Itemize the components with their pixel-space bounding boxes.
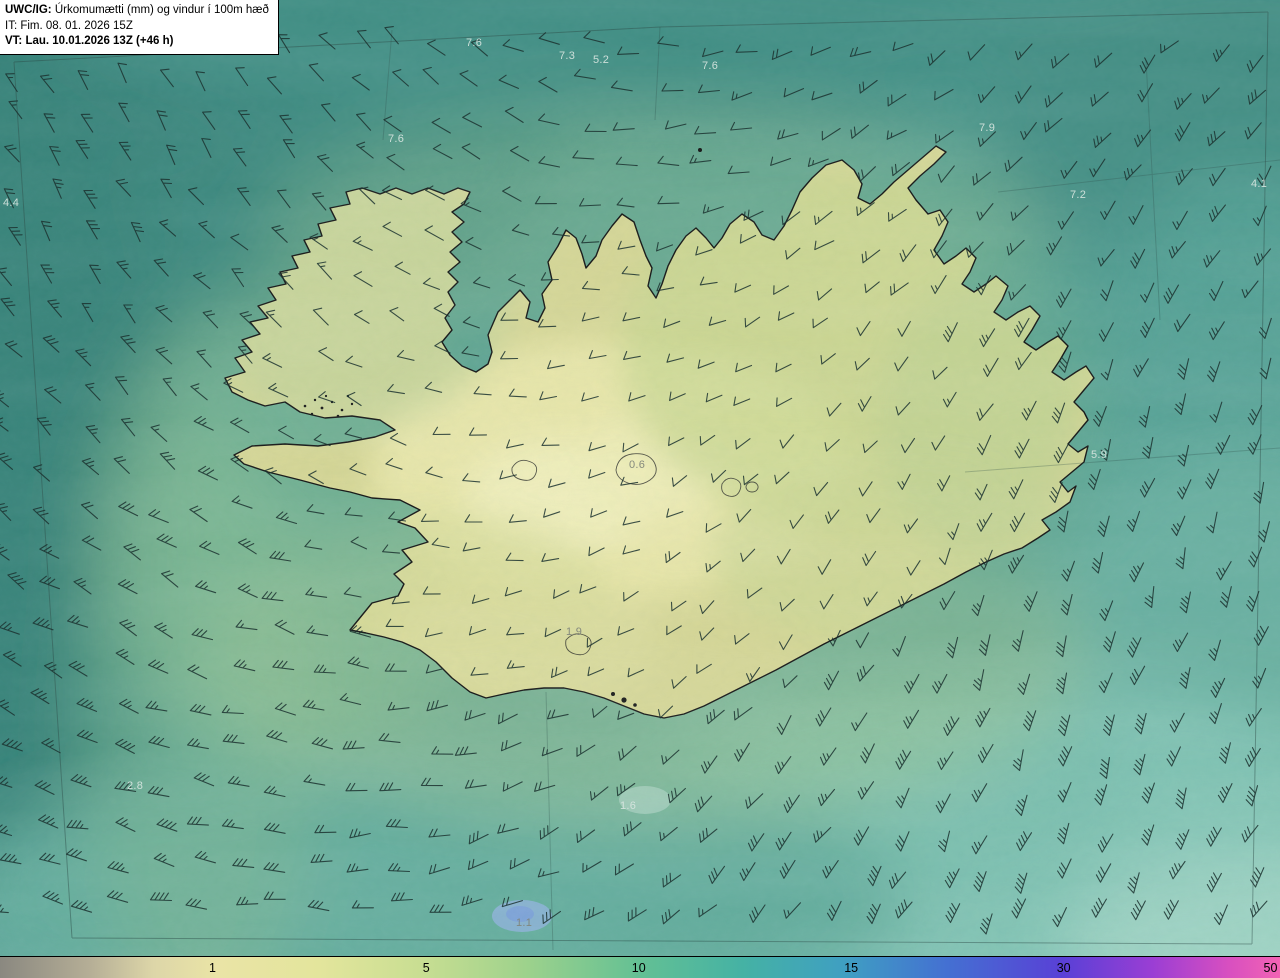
colorbar-tick: 10: [631, 960, 646, 975]
weather-map-page: 7.6 7.6 7.3 5.2 7.6 7.9 7.2 4.1 4.4 5.9 …: [0, 0, 1280, 978]
colorbar-tick: 30: [1056, 960, 1071, 975]
title-box: UWC/IG: Úrkomumætti (mm) og vindur í 100…: [0, 0, 279, 55]
valid-time: VT: Lau. 10.01.2026 13Z (+46 h): [5, 35, 174, 48]
colorbar: 1 5 10 15 30 50: [0, 956, 1280, 978]
weather-map: [0, 0, 1280, 978]
field-texture: [0, 0, 1280, 978]
colorbar-tick: 50: [1263, 960, 1278, 975]
map-title: Úrkomumætti (mm) og vindur í 100m hæð: [54, 4, 269, 16]
colorbar-tick: 5: [422, 960, 430, 975]
colorbar-tick: 15: [844, 960, 859, 975]
colorbar-tick: 1: [208, 960, 216, 975]
product-code: UWC/IG:: [5, 4, 52, 16]
title-line: UWC/IG: Úrkomumætti (mm) og vindur í 100…: [5, 3, 269, 19]
init-time: IT: Fim. 08. 01. 2026 15Z: [5, 19, 133, 32]
